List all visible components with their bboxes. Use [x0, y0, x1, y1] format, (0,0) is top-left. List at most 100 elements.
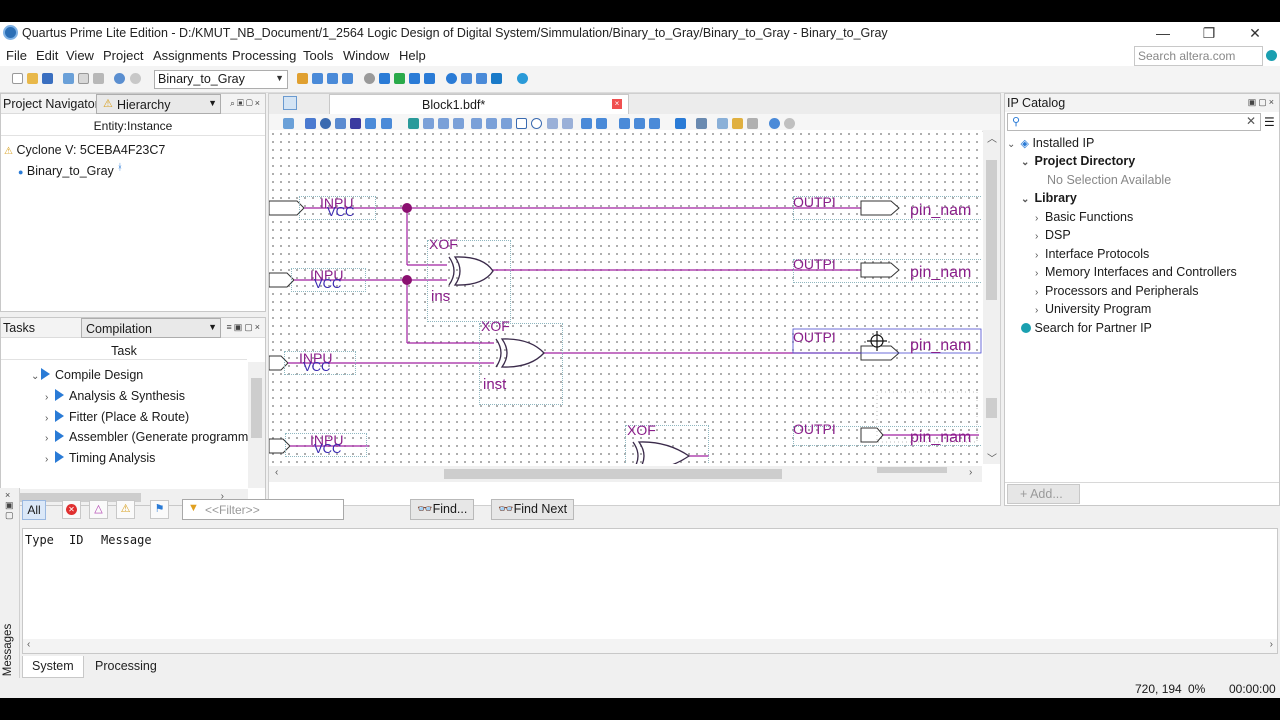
- paste-icon[interactable]: [93, 73, 104, 84]
- arc-tool-icon[interactable]: [562, 118, 573, 129]
- orthogonal-bus-icon[interactable]: [438, 118, 449, 129]
- copy-icon[interactable]: [78, 73, 89, 84]
- hierarchy-dropdown[interactable]: ⚠ Hierarchy ▼: [96, 94, 221, 114]
- tab-processing[interactable]: Processing: [88, 656, 168, 678]
- task-assembler[interactable]: › Assembler (Generate programm: [45, 430, 248, 444]
- symbol-tool-icon[interactable]: [365, 118, 376, 129]
- menu-processing[interactable]: Processing: [232, 48, 296, 63]
- cut-icon[interactable]: [63, 73, 74, 84]
- task-timing-analysis[interactable]: › Timing Analysis: [45, 451, 155, 465]
- clear-search-icon[interactable]: ✕: [1246, 114, 1256, 128]
- scroll-thumb-small[interactable]: [877, 467, 947, 473]
- scroll-down-icon[interactable]: ﹀: [987, 450, 997, 465]
- redo-icon[interactable]: [784, 118, 795, 129]
- minimize-button[interactable]: —: [1140, 22, 1186, 44]
- rubberbanding-icon[interactable]: [581, 118, 592, 129]
- scroll-thumb[interactable]: [986, 160, 997, 300]
- zoom-tool-icon[interactable]: [320, 118, 331, 129]
- diagonal-conduit-icon[interactable]: [501, 118, 512, 129]
- text-tool-icon[interactable]: [350, 118, 361, 129]
- search-altera-input[interactable]: Search altera.com: [1134, 46, 1263, 66]
- pin-planner-icon[interactable]: [297, 73, 308, 84]
- search-partner-ip-row[interactable]: Search for Partner IP: [1021, 321, 1152, 335]
- paste-icon[interactable]: [747, 118, 758, 129]
- schematic-canvas[interactable]: INPU VCC INPU VCC INPU VCC INPU VCC XOF …: [269, 130, 982, 464]
- undo-icon[interactable]: [114, 73, 125, 84]
- ip-search-input[interactable]: ⚲ ✕: [1007, 113, 1261, 131]
- flow-dropdown[interactable]: Compilation ▼: [81, 318, 221, 338]
- menu-project[interactable]: Project: [103, 48, 143, 63]
- scroll-thumb[interactable]: [251, 378, 262, 438]
- orthogonal-node-icon[interactable]: [423, 118, 434, 129]
- filter-error-button[interactable]: ✕: [62, 500, 81, 519]
- net-junction[interactable]: [402, 203, 412, 213]
- restore-button[interactable]: ❐: [1186, 22, 1232, 44]
- diagonal-node-icon[interactable]: [471, 118, 482, 129]
- filter-critical-warning-button[interactable]: △: [89, 500, 108, 519]
- menu-help[interactable]: Help: [399, 48, 426, 63]
- partial-line-icon[interactable]: [596, 118, 607, 129]
- signaltap-icon[interactable]: [476, 73, 487, 84]
- scroll-thumb-small[interactable]: [986, 398, 997, 418]
- task-fitter[interactable]: › Fitter (Place & Route): [45, 410, 189, 424]
- open-folder-icon[interactable]: [27, 73, 38, 84]
- flip-vertical-icon[interactable]: [634, 118, 645, 129]
- library-item-processors[interactable]: › Processors and Peripherals: [1035, 284, 1199, 298]
- canvas-vertical-scrollbar[interactable]: ︿ ﹀: [983, 130, 1000, 465]
- tasks-vertical-scrollbar[interactable]: [248, 362, 265, 488]
- message-filter-input[interactable]: ▼ <<Filter>>: [182, 499, 344, 520]
- rtl-viewer-icon[interactable]: [446, 73, 457, 84]
- close-window-button[interactable]: ✕: [1232, 22, 1278, 44]
- tab-system[interactable]: System: [22, 656, 84, 678]
- rotate-icon[interactable]: [649, 118, 660, 129]
- top-entity-row[interactable]: ● Binary_to_Gray ᚼ: [18, 162, 123, 178]
- task-compile-design[interactable]: ⌄ Compile Design: [31, 368, 143, 382]
- library-item-university-program[interactable]: › University Program: [1035, 302, 1151, 316]
- save-icon[interactable]: [42, 73, 53, 84]
- canvas-horizontal-scrollbar[interactable]: ‹ ›: [269, 466, 982, 482]
- library-item-interface-protocols[interactable]: › Interface Protocols: [1035, 247, 1149, 261]
- device-row[interactable]: ⚠ Cyclone V: 5CEBA4F23C7: [4, 143, 165, 157]
- messages-horizontal-scrollbar[interactable]: ‹ ›: [23, 639, 1277, 653]
- globe-icon[interactable]: [1266, 50, 1277, 61]
- find-next-button[interactable]: 👓Find Next: [491, 499, 575, 520]
- library-row[interactable]: ⌄ Library: [1021, 191, 1077, 205]
- library-item-memory-interfaces[interactable]: › Memory Interfaces and Controllers: [1035, 265, 1237, 279]
- hand-tool-icon[interactable]: [335, 118, 346, 129]
- filter-suppressed-button[interactable]: ⚑: [150, 500, 169, 519]
- find-button[interactable]: 👓Find...: [410, 499, 475, 520]
- scroll-right-icon[interactable]: ›: [969, 467, 972, 478]
- assignments-icon[interactable]: [312, 73, 323, 84]
- menu-tools[interactable]: Tools: [303, 48, 333, 63]
- rectangle-tool-icon[interactable]: [516, 118, 527, 129]
- panel-dock-icons[interactable]: ⌕▣▢×: [230, 98, 262, 109]
- start-compilation-icon[interactable]: [379, 73, 390, 84]
- save-icon[interactable]: [675, 118, 686, 129]
- netlist-icon[interactable]: [461, 73, 472, 84]
- programmer-icon[interactable]: [491, 73, 502, 84]
- line-tool-icon[interactable]: [547, 118, 558, 129]
- menu-edit[interactable]: Edit: [36, 48, 58, 63]
- menu-view[interactable]: View: [66, 48, 94, 63]
- analysis-icon[interactable]: [394, 73, 405, 84]
- messages-list[interactable]: Type ID Message ‹ ›: [22, 528, 1278, 654]
- new-file-icon[interactable]: [12, 73, 23, 84]
- entity-dropdown[interactable]: Binary_to_Gray ▼: [154, 70, 288, 89]
- conduit-icon[interactable]: [453, 118, 464, 129]
- undo-icon[interactable]: [769, 118, 780, 129]
- pin-tool-icon[interactable]: [381, 118, 392, 129]
- stop-icon[interactable]: [364, 73, 375, 84]
- scroll-up-icon[interactable]: ︿: [987, 130, 997, 145]
- filter-warning-button[interactable]: ⚠: [116, 500, 135, 519]
- close-tab-icon[interactable]: ×: [612, 99, 622, 109]
- panel-dock-icons[interactable]: ≡▣▢×: [226, 322, 262, 333]
- menu-file[interactable]: File: [6, 48, 27, 63]
- scroll-left-icon[interactable]: ‹: [275, 467, 278, 478]
- copy-icon[interactable]: [732, 118, 743, 129]
- selection-tool-icon[interactable]: [305, 118, 316, 129]
- tab-block1[interactable]: Block1.bdf* ×: [329, 94, 629, 114]
- print-icon[interactable]: [696, 118, 707, 129]
- installed-ip-row[interactable]: ⌄ ◈ Installed IP: [1007, 136, 1094, 150]
- panel-dock-icons[interactable]: × ▣ ▢: [5, 490, 14, 520]
- library-item-dsp[interactable]: › DSP: [1035, 228, 1071, 242]
